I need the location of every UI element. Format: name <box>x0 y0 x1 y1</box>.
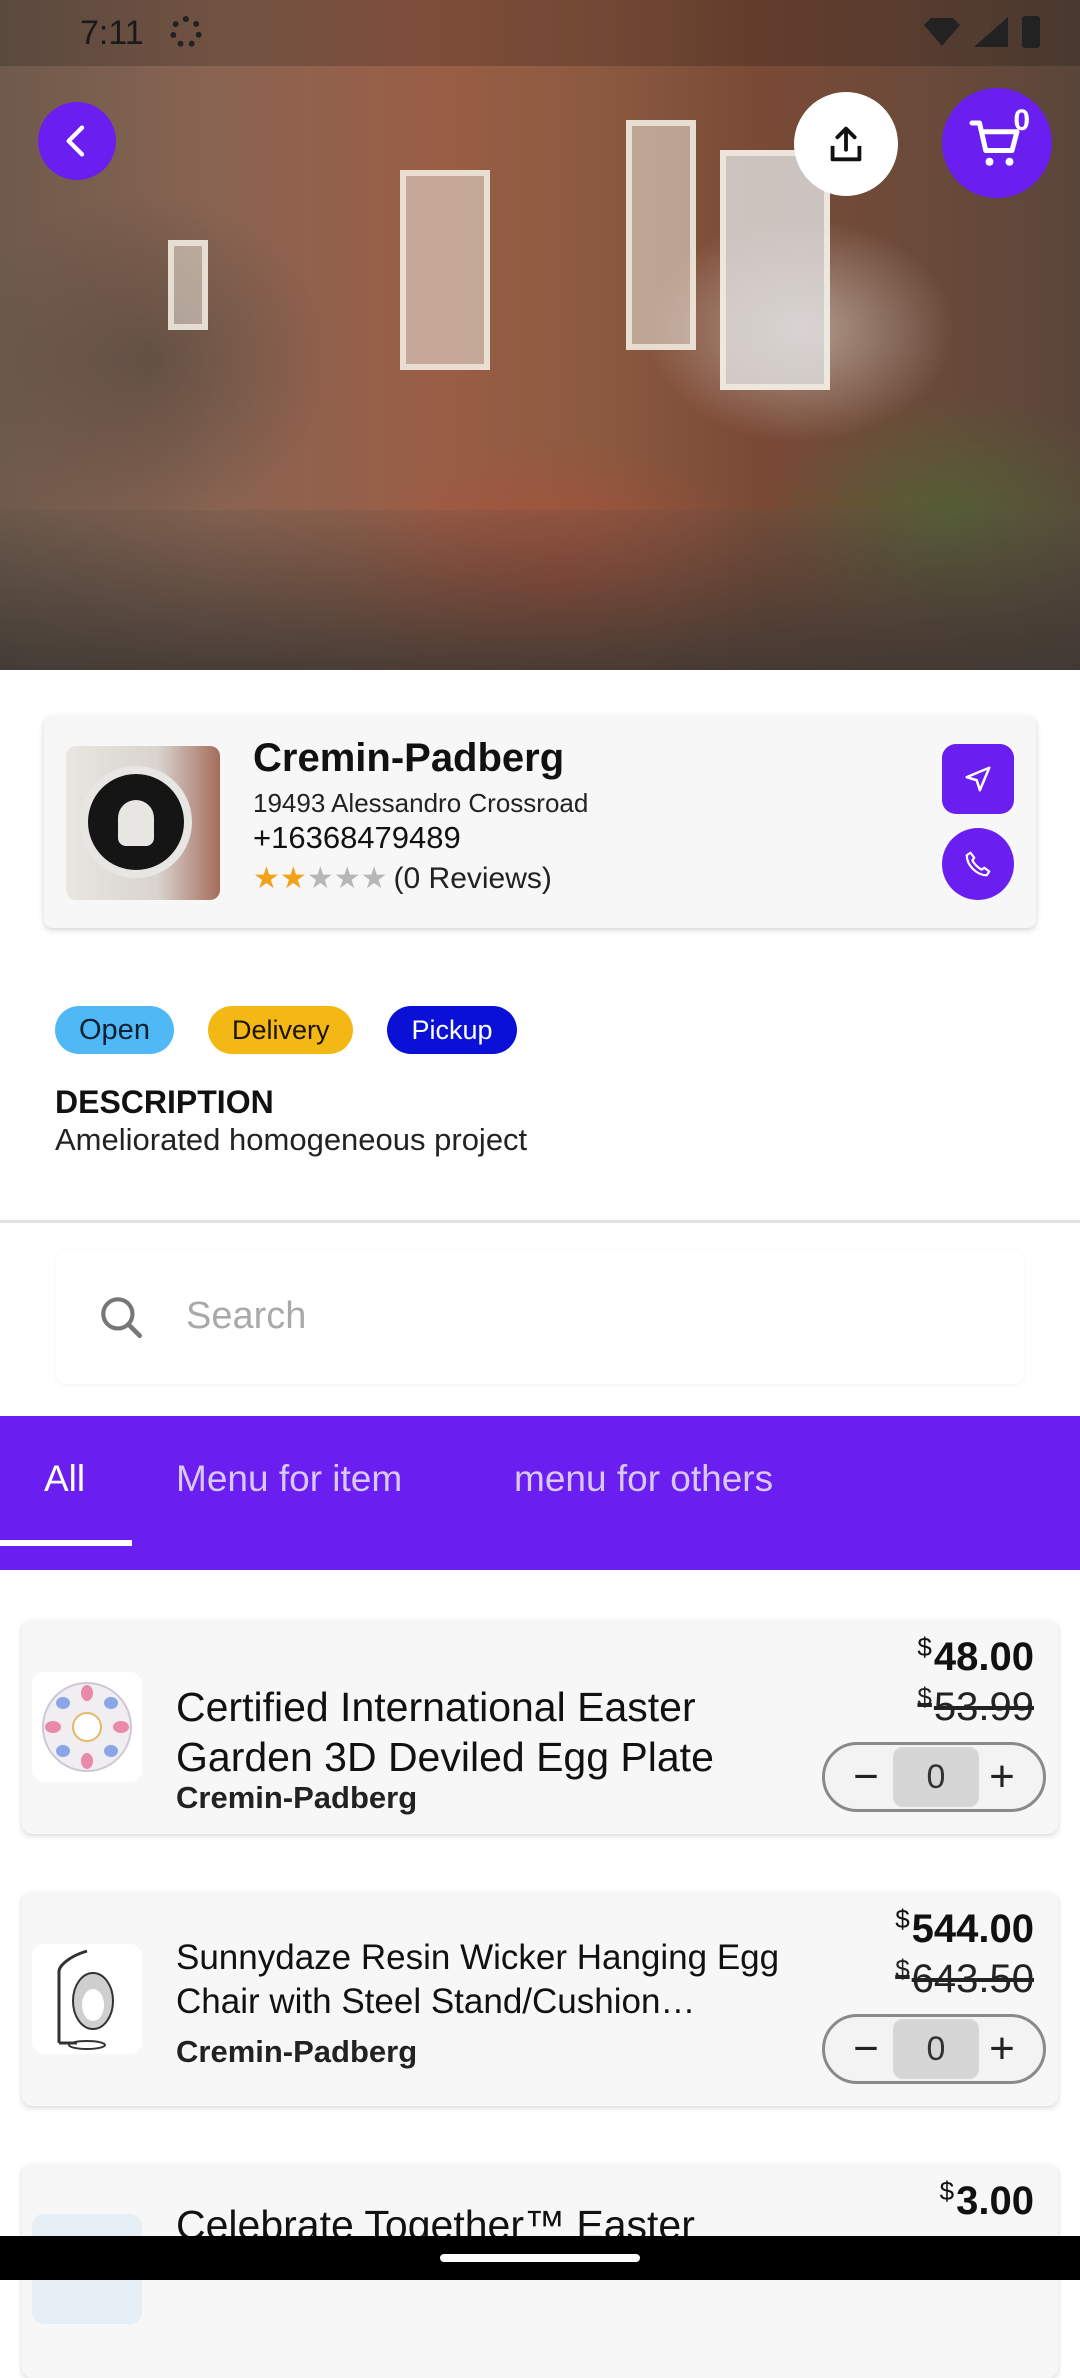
product-old-price: $643.50 <box>895 1954 1034 2001</box>
phone-icon <box>965 851 991 877</box>
description-text: Ameliorated homogeneous project <box>55 1122 528 1157</box>
star-icon: ★ <box>253 862 280 895</box>
chevron-left-icon <box>66 125 85 157</box>
increase-quantity-button[interactable]: + <box>967 2017 1037 2081</box>
product-thumbnail <box>32 1672 142 1782</box>
search-input[interactable] <box>186 1286 986 1346</box>
store-hero-image <box>0 0 1080 670</box>
product-card[interactable]: Certified International Easter Garden 3D… <box>22 1620 1058 1834</box>
search-icon <box>101 1297 143 1339</box>
settings-icon <box>170 16 202 48</box>
product-price: $3.00 <box>939 2176 1034 2223</box>
category-tabs: All Menu for item menu for others <box>0 1416 1080 1570</box>
cart-button[interactable]: 0 <box>942 88 1052 198</box>
quantity-stepper: − 0 + <box>822 1742 1046 1812</box>
decrease-quantity-button[interactable]: − <box>831 1745 901 1809</box>
star-icon: ★ <box>306 862 334 895</box>
product-thumbnail <box>32 1944 142 2054</box>
description-heading: DESCRIPTION <box>55 1084 274 1120</box>
store-address: 19493 Alessandro Crossroad <box>253 788 589 818</box>
egg-chair-icon <box>57 1949 114 2050</box>
directions-button[interactable] <box>942 744 1014 814</box>
decrease-quantity-button[interactable]: − <box>831 2017 901 2081</box>
store-name: Cremin-Padberg <box>253 736 565 780</box>
back-button[interactable] <box>38 102 116 180</box>
product-title: Certified International Easter Garden 3D… <box>176 1684 714 1780</box>
product-store: Cremin-Padberg <box>176 1780 418 1815</box>
signal-icon <box>974 17 1008 47</box>
quantity-stepper: − 0 + <box>822 2014 1046 2084</box>
store-rating: ★ ★ ★ ★ ★ (0 Reviews) <box>253 862 552 896</box>
search-bar <box>56 1250 1024 1384</box>
tab-all[interactable]: All <box>44 1458 85 1500</box>
product-price: $48.00 <box>917 1632 1034 1679</box>
store-tags: Open Delivery Pickup <box>55 1006 517 1054</box>
tab-menu-for-others[interactable]: menu for others <box>514 1458 773 1500</box>
rating-stars: ★ ★ ★ ★ ★ <box>253 864 388 894</box>
product-store: Cremin-Padberg <box>176 2034 418 2069</box>
star-icon: ★ <box>279 862 307 895</box>
delivery-badge: Delivery <box>207 1006 354 1054</box>
navigation-arrow-icon <box>965 766 991 792</box>
product-title: Sunnydaze Resin Wicker Hanging Egg Chair… <box>176 1938 780 2021</box>
cart-count-badge: 0 <box>1013 104 1030 137</box>
product-price: $544.00 <box>895 1904 1034 1951</box>
status-bar: 7:11 <box>0 0 1080 66</box>
reviews-count: (0 Reviews) <box>393 862 552 895</box>
share-button[interactable] <box>794 92 898 196</box>
section-divider <box>0 1220 1080 1223</box>
call-button[interactable] <box>942 828 1014 900</box>
star-icon: ★ <box>333 862 361 895</box>
star-icon: ★ <box>360 862 388 895</box>
pickup-badge: Pickup <box>387 1006 517 1054</box>
active-tab-indicator <box>0 1540 132 1546</box>
home-gesture-handle[interactable] <box>440 2254 640 2262</box>
store-logo <box>66 746 220 900</box>
open-badge: Open <box>55 1006 174 1054</box>
product-old-price: $53.99 <box>917 1682 1034 1729</box>
store-info-card: Cremin-Padberg 19493 Alessandro Crossroa… <box>44 716 1036 928</box>
wifi-icon <box>924 18 960 46</box>
tab-menu-for-item[interactable]: Menu for item <box>176 1458 402 1500</box>
product-card[interactable]: Sunnydaze Resin Wicker Hanging Egg Chair… <box>22 1892 1058 2106</box>
increase-quantity-button[interactable]: + <box>967 1745 1037 1809</box>
status-time: 7:11 <box>80 14 144 52</box>
egg-plate-icon <box>42 1682 132 1772</box>
share-icon <box>830 126 862 162</box>
battery-icon <box>1022 16 1040 48</box>
store-phone: +16368479489 <box>253 820 461 855</box>
